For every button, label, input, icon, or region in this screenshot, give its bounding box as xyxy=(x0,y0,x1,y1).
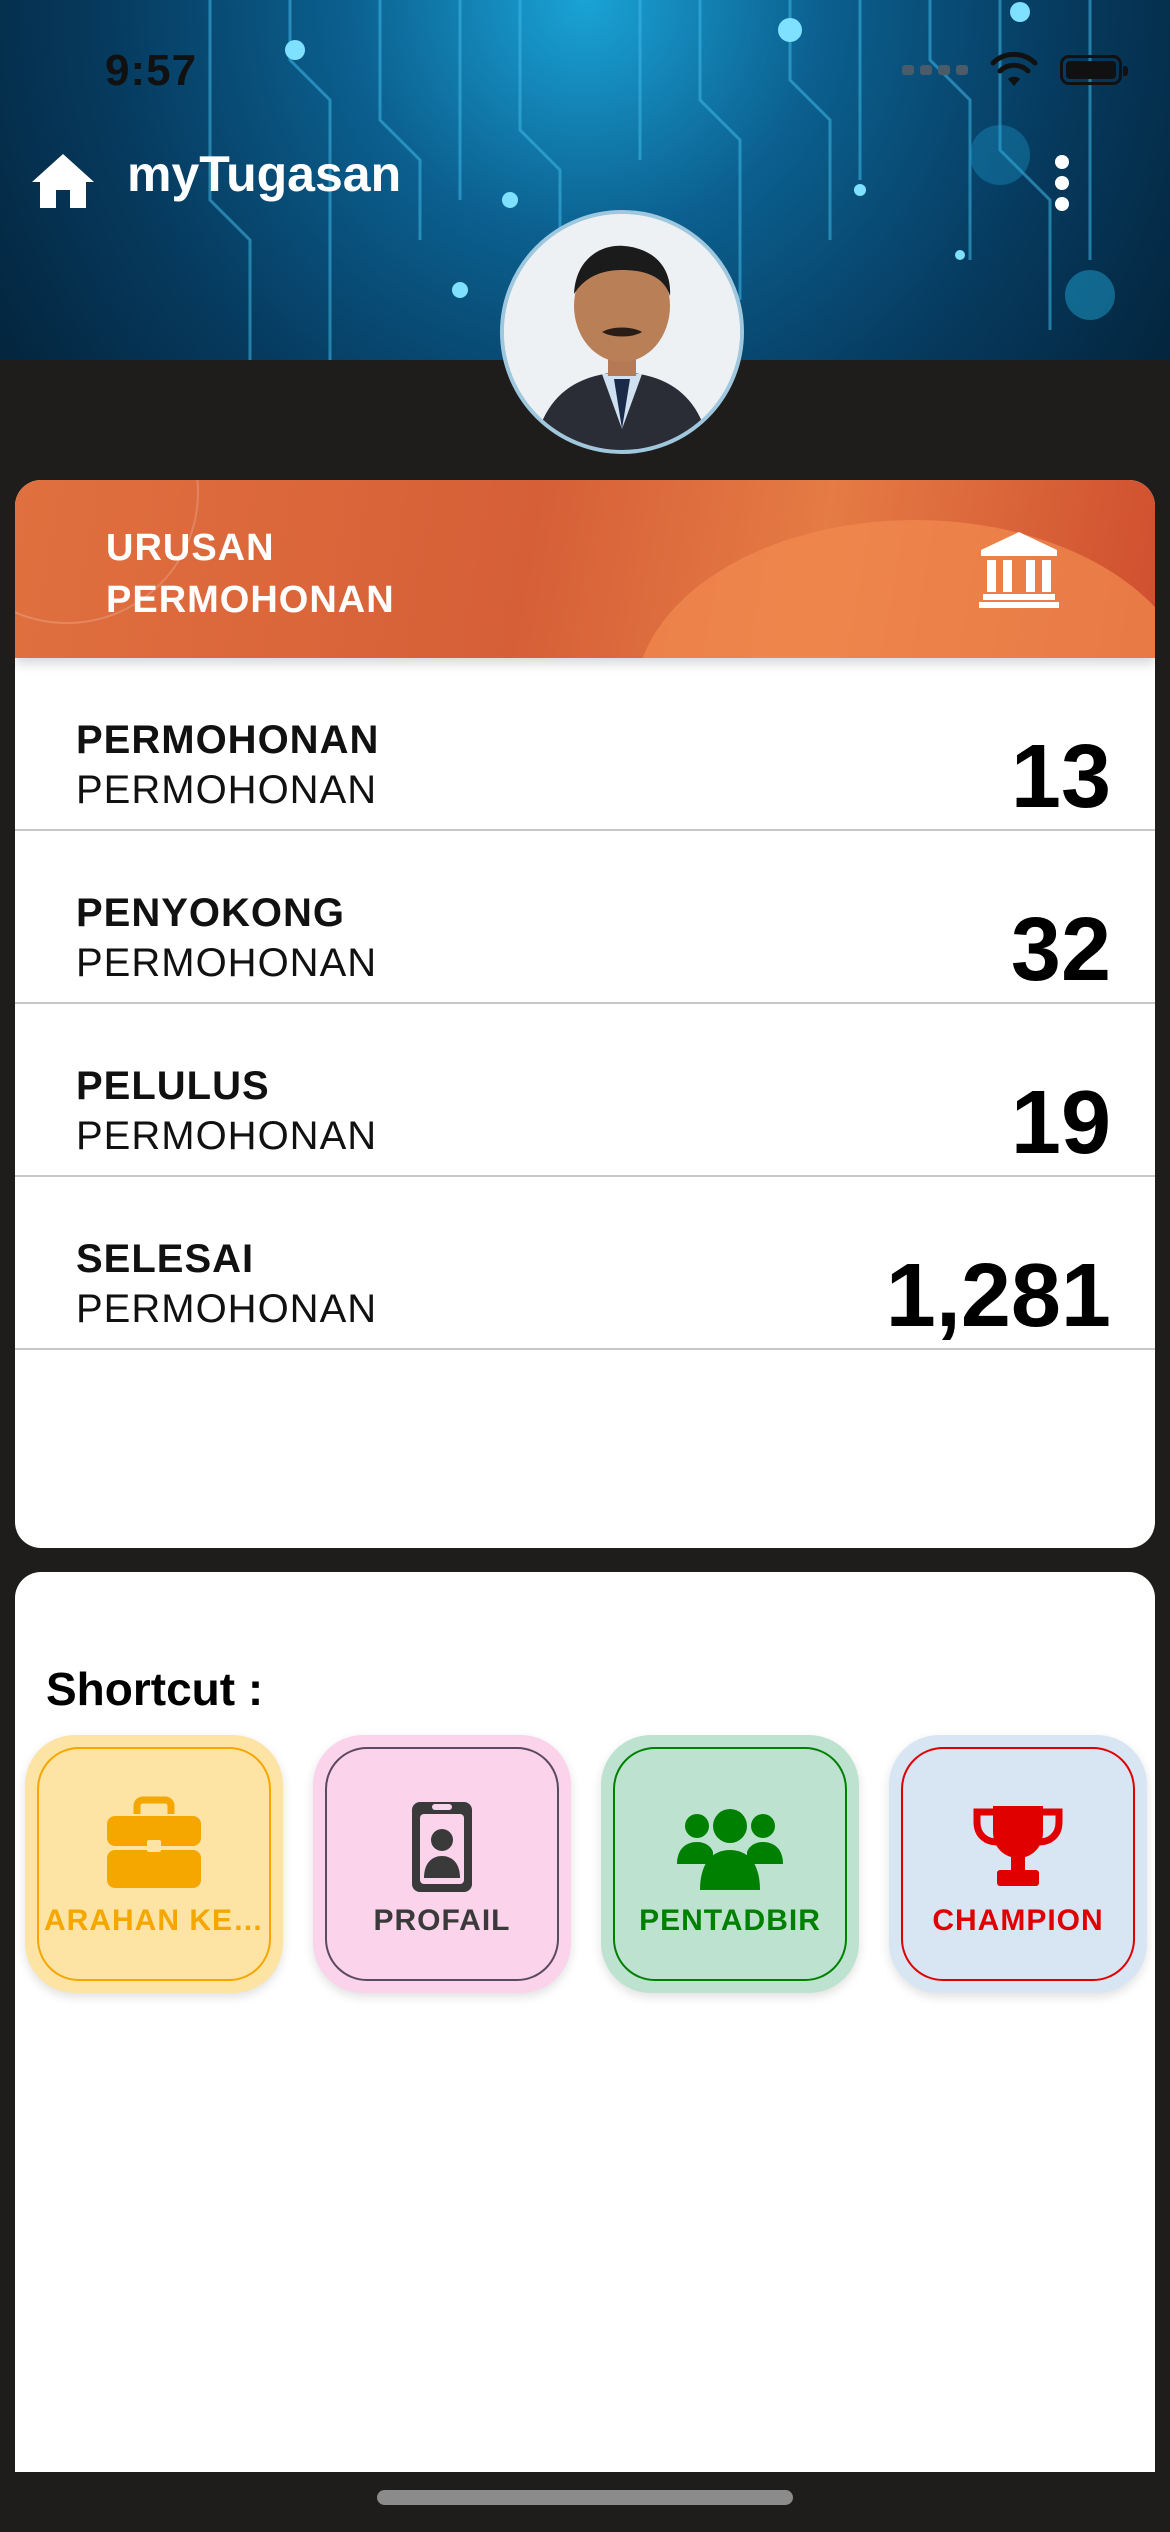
home-indicator[interactable] xyxy=(377,2490,793,2505)
banner-title: URUSAN PERMOHONAN xyxy=(106,522,395,626)
stat-row-permohonan[interactable]: PERMOHONAN PERMOHONAN 13 xyxy=(15,658,1155,831)
stat-row-penyokong[interactable]: PENYOKONG PERMOHONAN 32 xyxy=(15,831,1155,1004)
stat-label: PELULUS xyxy=(76,1064,270,1108)
profile-photo xyxy=(504,214,740,450)
stat-value: 1,281 xyxy=(885,1246,1111,1346)
status-icons xyxy=(902,52,1128,88)
briefcase-icon xyxy=(107,1796,201,1888)
home-icon[interactable] xyxy=(30,152,96,210)
urusan-permohonan-card: URUSAN PERMOHONAN PERMOHONAN PERMOHONAN … xyxy=(15,480,1155,1548)
app-title: myTugasan xyxy=(127,146,402,202)
tile-label: PROFAIL xyxy=(373,1904,511,1937)
more-options-button[interactable] xyxy=(1048,155,1076,215)
stat-value: 32 xyxy=(1010,900,1111,1000)
avatar[interactable] xyxy=(500,210,744,454)
shortcut-profail[interactable]: PROFAIL xyxy=(313,1735,571,1993)
stat-label: SELESAI xyxy=(76,1237,255,1281)
bank-icon xyxy=(979,532,1059,608)
stat-sublabel: PERMOHONAN xyxy=(76,768,378,812)
shortcut-title: Shortcut : xyxy=(46,1663,264,1715)
wifi-icon xyxy=(990,52,1038,86)
tile-label: CHAMPION xyxy=(932,1904,1104,1937)
tile-frame: PROFAIL xyxy=(325,1747,559,1981)
cellular-signal-icon xyxy=(902,65,968,75)
stat-value: 19 xyxy=(1010,1073,1111,1173)
tile-label: PENTADBIR xyxy=(639,1904,821,1937)
stat-row-pelulus[interactable]: PELULUS PERMOHONAN 19 xyxy=(15,1004,1155,1177)
stat-sublabel: PERMOHONAN xyxy=(76,1114,378,1158)
banner-title-line2: PERMOHONAN xyxy=(106,579,395,621)
shortcut-arahan-kerja[interactable]: ARAHAN KERJA xyxy=(25,1735,283,1993)
stat-sublabel: PERMOHONAN xyxy=(76,941,378,985)
id-badge-icon xyxy=(412,1802,472,1892)
stat-label: PERMOHONAN xyxy=(76,718,380,762)
tile-frame: PENTADBIR xyxy=(613,1747,847,1981)
tile-label: ARAHAN KERJA xyxy=(44,1904,264,1937)
shortcut-card: Shortcut : ARAHAN KERJA PROFAIL xyxy=(15,1572,1155,2472)
trophy-icon xyxy=(973,1806,1063,1886)
shortcut-champion[interactable]: CHAMPION xyxy=(889,1735,1147,1993)
stat-label: PENYOKONG xyxy=(76,891,346,935)
users-icon xyxy=(677,1809,783,1890)
banner-title-line1: URUSAN xyxy=(106,527,275,569)
shortcut-pentadbir[interactable]: PENTADBIR xyxy=(601,1735,859,1993)
battery-icon xyxy=(1060,55,1128,85)
tile-frame: ARAHAN KERJA xyxy=(37,1747,271,1981)
card-banner: URUSAN PERMOHONAN xyxy=(15,480,1155,658)
status-time: 9:57 xyxy=(105,46,198,95)
stat-value: 13 xyxy=(1010,727,1111,827)
tile-frame: CHAMPION xyxy=(901,1747,1135,1981)
stat-sublabel: PERMOHONAN xyxy=(76,1287,378,1331)
stat-row-selesai[interactable]: SELESAI PERMOHONAN 1,281 xyxy=(15,1177,1155,1350)
